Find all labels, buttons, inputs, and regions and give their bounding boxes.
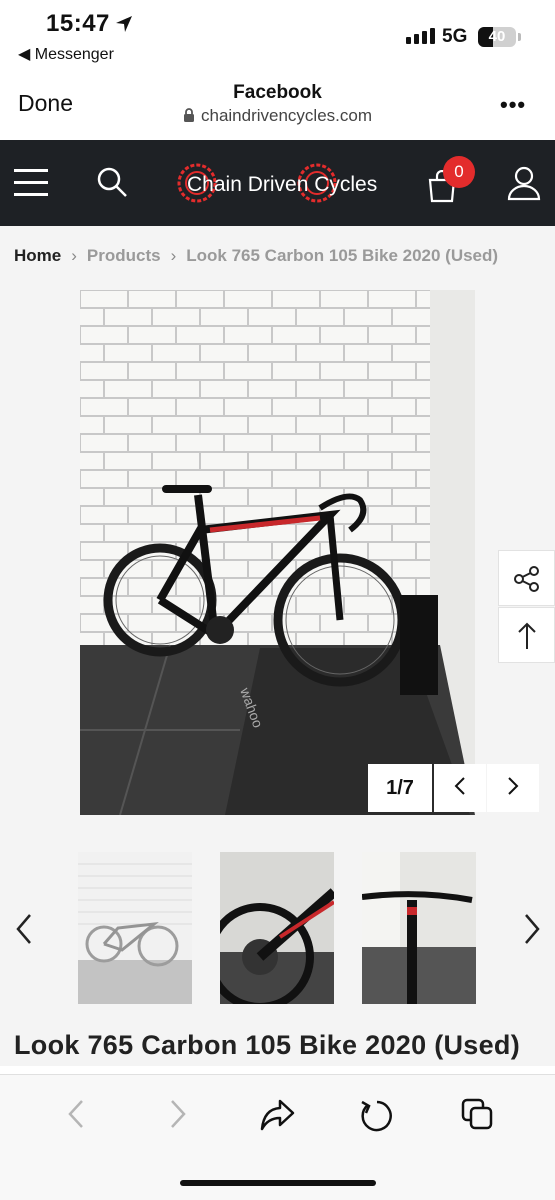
status-time: 15:47 xyxy=(46,10,110,37)
location-arrow-icon xyxy=(116,16,132,32)
url-text: chaindrivencycles.com xyxy=(200,106,372,125)
scroll-top-button[interactable] xyxy=(498,607,555,663)
thumbnail-3[interactable] xyxy=(362,852,476,1004)
next-image-button[interactable] xyxy=(487,764,539,812)
cart-count-badge: 0 xyxy=(443,156,475,188)
signal-icon xyxy=(406,28,435,44)
account-icon[interactable] xyxy=(506,165,542,201)
thumbs-next-icon[interactable] xyxy=(522,912,542,946)
arrow-up-icon xyxy=(518,622,536,649)
breadcrumb-home[interactable]: Home xyxy=(14,246,61,265)
lock-icon xyxy=(183,108,194,122)
back-icon[interactable] xyxy=(64,1097,88,1131)
battery-level: 40 xyxy=(488,28,506,45)
in-app-browser-header: Done Facebook chaindrivencycles.com ••• xyxy=(0,72,555,140)
breadcrumb: Home › Products › Look 765 Carbon 105 Bike 2… xyxy=(0,226,555,286)
site-navbar: Chain Driven Cycles xyxy=(0,140,555,226)
back-to-messenger[interactable]: ◀ Messenger xyxy=(18,44,114,64)
status-bar: 15:47 ◀ Messenger 5G 40 xyxy=(0,0,555,72)
share-button[interactable] xyxy=(498,550,555,606)
site-logo[interactable]: Chain Driven Cycles xyxy=(175,160,385,206)
image-counter: 1/7 xyxy=(368,764,432,812)
forward-icon[interactable] xyxy=(166,1097,190,1131)
search-icon[interactable] xyxy=(96,166,130,200)
share-icon xyxy=(514,566,539,592)
menu-icon[interactable] xyxy=(14,168,50,198)
product-title: Look 765 Carbon 105 Bike 2020 (Used) xyxy=(14,1030,521,1060)
breadcrumb-products[interactable]: Products xyxy=(87,246,161,265)
chevron-right-icon: › xyxy=(170,246,177,265)
chevron-left-icon xyxy=(454,777,465,795)
home-indicator xyxy=(180,1180,376,1186)
logo-text: Chain Driven Cycles xyxy=(187,173,377,196)
thumbs-prev-icon[interactable] xyxy=(14,912,34,946)
prev-image-button[interactable] xyxy=(434,764,486,812)
thumbnail-2[interactable] xyxy=(220,852,334,1004)
chevron-right-icon: › xyxy=(71,246,77,265)
tabs-icon[interactable] xyxy=(460,1097,496,1133)
main-product-image[interactable]: wahoo xyxy=(80,290,475,815)
share-arrow-icon[interactable] xyxy=(258,1097,296,1133)
thumbnail-1[interactable] xyxy=(78,852,192,1004)
battery-tip xyxy=(518,33,521,41)
browser-url: chaindrivencycles.com xyxy=(0,106,555,126)
reload-icon[interactable] xyxy=(358,1097,396,1135)
breadcrumb-current: Look 765 Carbon 105 Bike 2020 (Used) xyxy=(186,246,499,265)
more-options-button[interactable]: ••• xyxy=(500,92,526,118)
browser-title: Facebook xyxy=(233,82,322,103)
chevron-right-icon xyxy=(508,777,519,795)
network-type: 5G xyxy=(442,26,468,47)
battery-icon: 40 xyxy=(478,27,516,47)
